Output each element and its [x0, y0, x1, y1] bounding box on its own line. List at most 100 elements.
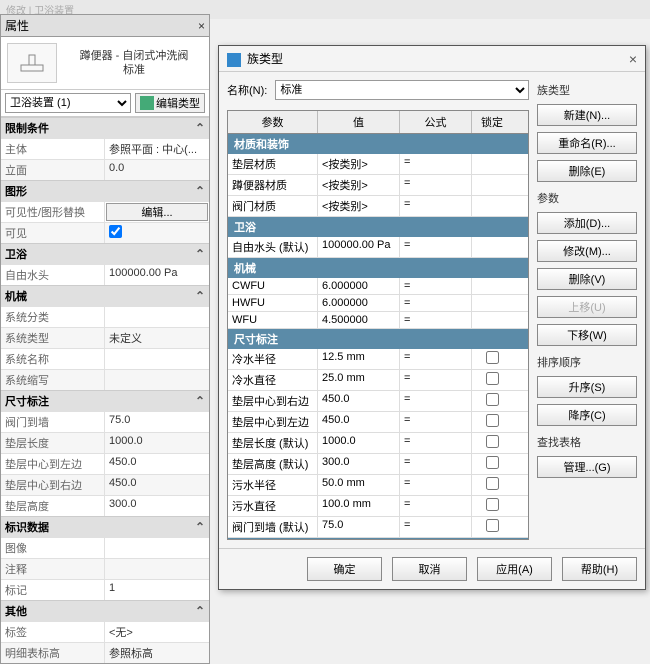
help-button[interactable]: 帮助(H) [562, 557, 637, 581]
property-value[interactable]: 450.0 [105, 475, 209, 495]
property-value[interactable]: 75.0 [105, 412, 209, 432]
param-value[interactable]: <按类别> [318, 196, 400, 216]
grid-section-header[interactable]: 机械 [228, 258, 528, 278]
param-formula[interactable]: = [400, 370, 472, 390]
apply-button[interactable]: 应用(A) [477, 557, 552, 581]
edit-button[interactable]: 编辑... [106, 203, 208, 221]
parameters-grid[interactable]: 参数 值 公式 锁定 材质和装饰垫层材质<按类别>=蹲便器材质<按类别>=阀门材… [227, 110, 529, 540]
property-row[interactable]: 标签<无> [1, 621, 209, 642]
param-value[interactable]: 100.0 mm [318, 496, 400, 516]
ok-button[interactable]: 确定 [307, 557, 382, 581]
selection-dropdown[interactable]: 卫浴装置 (1) [5, 93, 131, 113]
lock-checkbox[interactable] [486, 393, 499, 406]
edit-type-button[interactable]: 编辑类型 [135, 93, 205, 113]
property-value[interactable]: 0.0 [105, 160, 209, 180]
property-value[interactable] [105, 307, 209, 327]
param-formula[interactable]: = [400, 349, 472, 369]
cancel-button[interactable]: 取消 [392, 557, 467, 581]
lock-checkbox[interactable] [486, 351, 499, 364]
lock-checkbox[interactable] [486, 519, 499, 532]
type-name-dropdown[interactable]: 标准 [275, 80, 529, 100]
param-formula[interactable]: = [400, 412, 472, 432]
property-row[interactable]: 可见性/图形替换编辑... [1, 201, 209, 222]
rename-button[interactable]: 重命名(R)... [537, 132, 637, 154]
property-row[interactable]: 立面0.0 [1, 159, 209, 180]
param-formula[interactable]: = [400, 237, 472, 257]
manage-lookup-button[interactable]: 管理...(G) [537, 456, 637, 478]
property-row[interactable]: 主体参照平面 : 中心(... [1, 138, 209, 159]
param-formula[interactable]: = [400, 433, 472, 453]
param-value[interactable]: 50.0 mm [318, 475, 400, 495]
property-section-header[interactable]: 尺寸标注⌃ [1, 390, 209, 411]
param-value[interactable]: 100000.00 Pa [318, 237, 400, 257]
collapse-icon[interactable]: ⌃ [195, 289, 205, 303]
properties-header[interactable]: 蹲便器 - 自闭式冲洗阀 标准 [1, 37, 209, 90]
grid-row[interactable]: 垫层高度 (默认)300.0= [228, 454, 528, 475]
grid-section-header[interactable]: 卫浴 [228, 217, 528, 237]
param-formula[interactable]: = [400, 295, 472, 311]
property-row[interactable]: 垫层中心到右边450.0 [1, 474, 209, 495]
grid-row[interactable]: 垫层中心到右边450.0= [228, 391, 528, 412]
ascending-button[interactable]: 升序(S) [537, 376, 637, 398]
grid-row[interactable]: 阀门材质<按类别>= [228, 196, 528, 217]
param-formula[interactable]: = [400, 391, 472, 411]
param-formula[interactable]: = [400, 154, 472, 174]
grid-row[interactable]: 垫层材质<按类别>= [228, 154, 528, 175]
param-formula[interactable]: = [400, 517, 472, 537]
grid-row[interactable]: HWFU6.000000= [228, 295, 528, 312]
descending-button[interactable]: 降序(C) [537, 404, 637, 426]
collapse-icon[interactable]: ⌃ [195, 394, 205, 408]
property-row[interactable]: 系统名称 [1, 348, 209, 369]
property-section-header[interactable]: 其他⌃ [1, 600, 209, 621]
property-section-header[interactable]: 图形⌃ [1, 180, 209, 201]
property-value[interactable]: 300.0 [105, 496, 209, 516]
property-value[interactable]: 参照平面 : 中心(... [105, 139, 209, 159]
property-row[interactable]: 自由水头100000.00 Pa [1, 264, 209, 285]
collapse-icon[interactable]: ⌃ [195, 520, 205, 534]
add-param-button[interactable]: 添加(D)... [537, 212, 637, 234]
grid-row[interactable]: 冷水直径25.0 mm= [228, 370, 528, 391]
collapse-icon[interactable]: ⌃ [195, 247, 205, 261]
grid-section-header[interactable]: 尺寸标注 [228, 329, 528, 349]
param-value[interactable]: 450.0 [318, 412, 400, 432]
property-row[interactable]: 明细表标高参照标高 [1, 642, 209, 663]
property-value[interactable] [105, 559, 209, 579]
param-value[interactable]: 75.0 [318, 517, 400, 537]
property-value[interactable]: 450.0 [105, 454, 209, 474]
param-formula[interactable]: = [400, 175, 472, 195]
collapse-icon[interactable]: ⌃ [195, 604, 205, 618]
grid-row[interactable]: 污水半径50.0 mm= [228, 475, 528, 496]
grid-row[interactable]: 垫层长度 (默认)1000.0= [228, 433, 528, 454]
grid-row[interactable]: 蹲便器材质<按类别>= [228, 175, 528, 196]
collapse-icon[interactable]: ⌃ [195, 184, 205, 198]
param-value[interactable]: 450.0 [318, 391, 400, 411]
property-value[interactable]: <无> [105, 622, 209, 642]
lock-checkbox[interactable] [486, 372, 499, 385]
param-value[interactable]: 1000.0 [318, 433, 400, 453]
property-row[interactable]: 垫层中心到左边450.0 [1, 453, 209, 474]
new-type-button[interactable]: 新建(N)... [537, 104, 637, 126]
property-value[interactable]: 参照标高 [105, 643, 209, 663]
move-up-button[interactable]: 上移(U) [537, 296, 637, 318]
grid-section-header[interactable]: 标识数据 [228, 538, 528, 540]
grid-row[interactable]: 冷水半径12.5 mm= [228, 349, 528, 370]
property-row[interactable]: 系统缩写 [1, 369, 209, 390]
property-section-header[interactable]: 标识数据⌃ [1, 516, 209, 537]
property-row[interactable]: 垫层高度300.0 [1, 495, 209, 516]
delete-type-button[interactable]: 删除(E) [537, 160, 637, 182]
property-row[interactable]: 系统分类 [1, 306, 209, 327]
property-section-header[interactable]: 限制条件⌃ [1, 117, 209, 138]
property-row[interactable]: 阀门到墙75.0 [1, 411, 209, 432]
property-row[interactable]: 图像 [1, 537, 209, 558]
move-down-button[interactable]: 下移(W) [537, 324, 637, 346]
param-formula[interactable]: = [400, 454, 472, 474]
param-formula[interactable]: = [400, 475, 472, 495]
property-value[interactable] [105, 538, 209, 558]
param-formula[interactable]: = [400, 196, 472, 216]
grid-row[interactable]: 污水直径100.0 mm= [228, 496, 528, 517]
property-row[interactable]: 垫层长度1000.0 [1, 432, 209, 453]
property-section-header[interactable]: 机械⌃ [1, 285, 209, 306]
delete-param-button[interactable]: 删除(V) [537, 268, 637, 290]
close-icon[interactable]: × [629, 51, 637, 67]
param-formula[interactable]: = [400, 496, 472, 516]
